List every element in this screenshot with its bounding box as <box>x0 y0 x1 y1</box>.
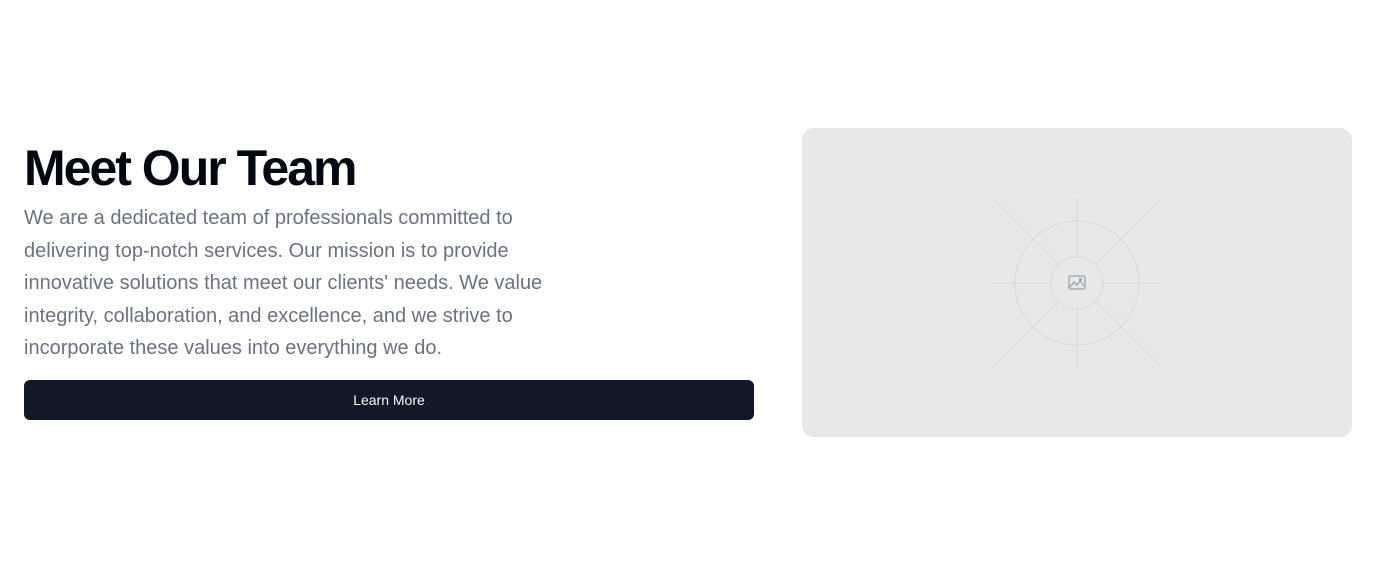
team-section: Meet Our Team We are a dedicated team of… <box>0 0 1376 565</box>
page-title: Meet Our Team <box>24 140 358 196</box>
placeholder-graphic <box>992 198 1162 368</box>
image-placeholder <box>802 128 1352 437</box>
team-description: We are a dedicated team of professionals… <box>24 207 543 359</box>
learn-more-button[interactable]: Learn More <box>24 380 754 420</box>
team-text-column: Meet Our Team We are a dedicated team of… <box>24 138 754 420</box>
